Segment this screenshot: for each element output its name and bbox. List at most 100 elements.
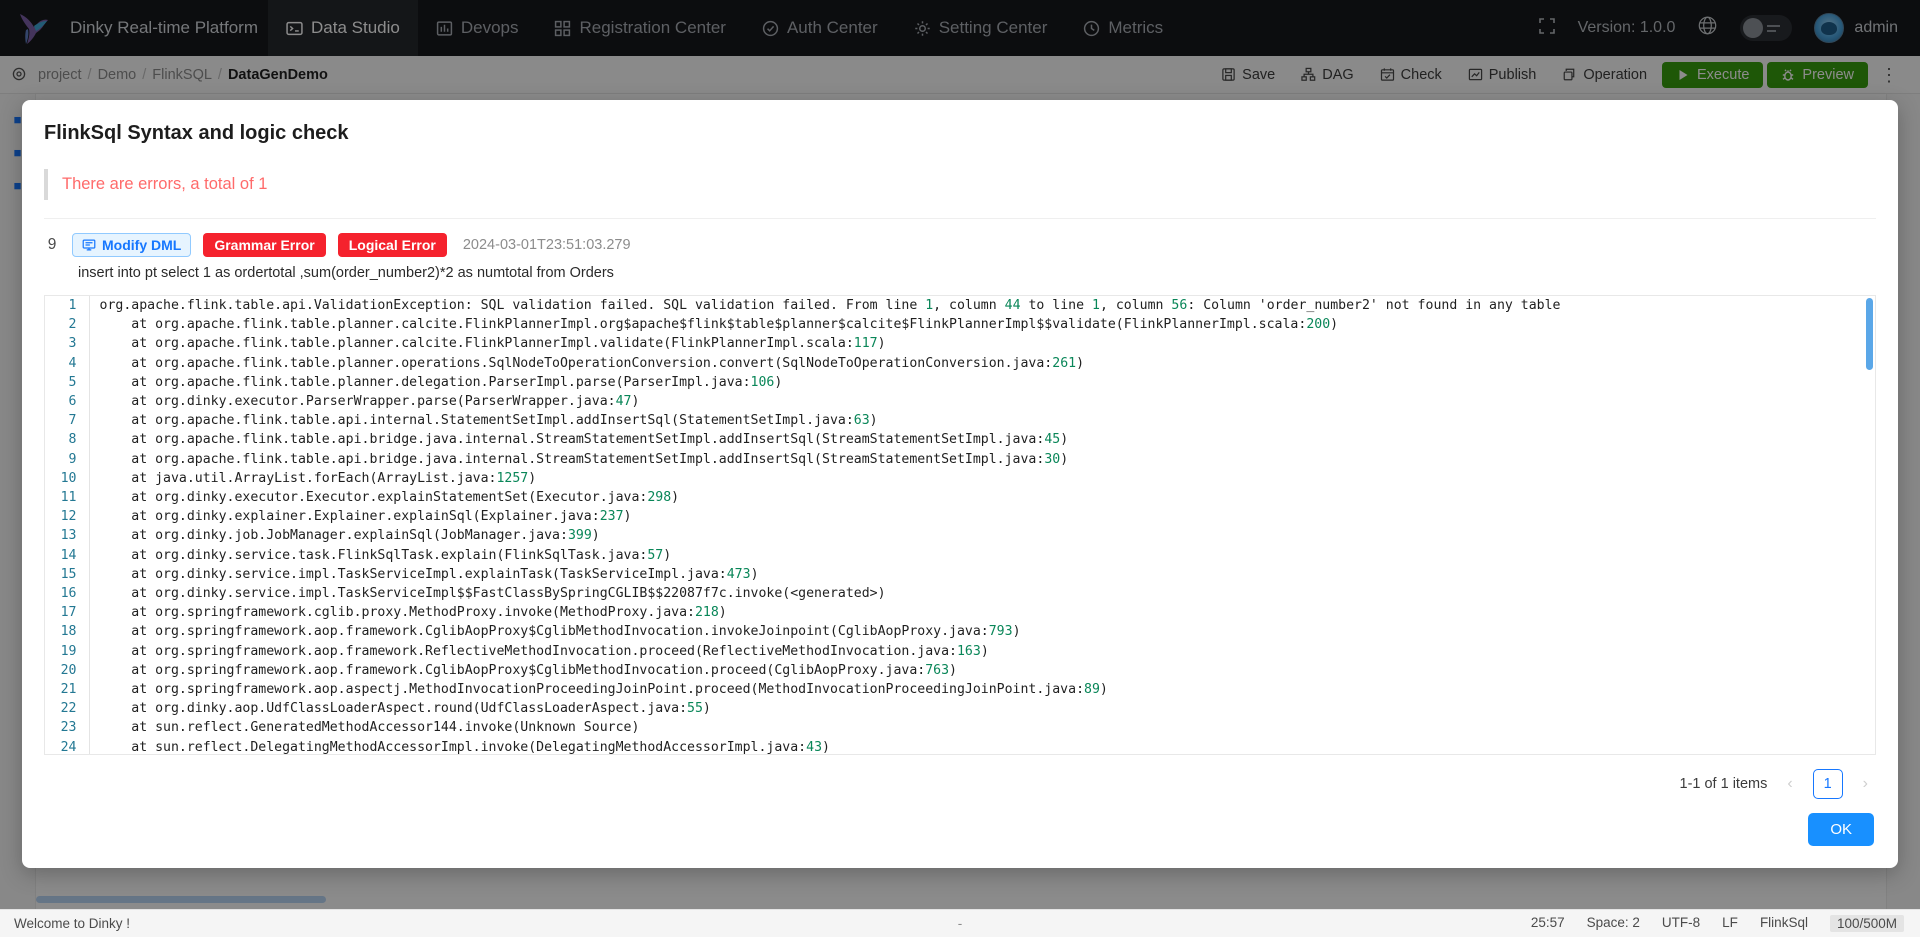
stacktrace-line-text: at org.apache.flink.table.planner.calcit… <box>88 315 1875 335</box>
modify-dml-label: Modify DML <box>102 237 182 253</box>
line-number: 2 <box>45 315 89 335</box>
stacktrace-line-text: at org.springframework.aop.aspectj.Metho… <box>88 680 1875 700</box>
status-center: - <box>957 916 963 931</box>
line-number: 24 <box>45 737 89 754</box>
line-number: 22 <box>45 699 89 719</box>
line-number: 10 <box>45 468 89 489</box>
pagination-summary: 1-1 of 1 items <box>1679 776 1768 792</box>
status-indent[interactable]: Space: 2 <box>1587 915 1640 932</box>
stacktrace-row: 2 at org.apache.flink.table.planner.calc… <box>45 315 1875 335</box>
line-number: 4 <box>45 353 89 373</box>
stacktrace-row: 21 at org.springframework.aop.aspectj.Me… <box>45 680 1875 700</box>
stacktrace-line-text: at org.dinky.explainer.Explainer.explain… <box>88 507 1875 527</box>
line-number: 5 <box>45 372 89 393</box>
stacktrace-row: 16 at org.dinky.service.impl.TaskService… <box>45 584 1875 604</box>
stacktrace-line-text: at org.springframework.aop.framework.Cgl… <box>88 622 1875 642</box>
line-number: 8 <box>45 430 89 450</box>
stacktrace-row: 6 at org.dinky.executor.ParserWrapper.pa… <box>45 392 1875 412</box>
stacktrace-line-text: at sun.reflect.GeneratedMethodAccessor14… <box>88 718 1875 738</box>
stacktrace-row: 1 org.apache.flink.table.api.ValidationEx… <box>45 296 1875 316</box>
error-alert-banner: There are errors, a total of 1 <box>44 169 1876 200</box>
stacktrace-line-text: at org.apache.flink.table.planner.delega… <box>88 372 1875 393</box>
status-bar: Welcome to Dinky ! - 25:57 Space: 2 UTF-… <box>0 909 1920 937</box>
stacktrace-line-text: at org.springframework.aop.framework.Ref… <box>88 641 1875 661</box>
app-root: Dinky Real-time Platform Data Studio Dev… <box>0 0 1920 937</box>
stacktrace-row: 4 at org.apache.flink.table.planner.oper… <box>45 353 1875 373</box>
stacktrace-line-text: at org.dinky.executor.Executor.explainSt… <box>88 488 1875 508</box>
stacktrace-row: 19 at org.springframework.aop.framework.… <box>45 641 1875 661</box>
stacktrace-vertical-scrollbar[interactable] <box>1866 298 1873 370</box>
stacktrace-line-text: at org.dinky.job.JobManager.explainSql(J… <box>88 526 1875 546</box>
stacktrace-line-text: at org.dinky.aop.UdfClassLoaderAspect.ro… <box>88 699 1875 719</box>
line-number: 15 <box>45 564 89 585</box>
modify-dml-button[interactable]: Modify DML <box>72 233 192 257</box>
stacktrace-line-text: at org.apache.flink.table.api.bridge.jav… <box>88 449 1875 469</box>
status-eol[interactable]: LF <box>1722 915 1738 932</box>
line-number: 9 <box>45 449 89 469</box>
stacktrace-line-text: at org.apache.flink.table.planner.calcit… <box>88 334 1875 354</box>
stacktrace-line-text: at org.dinky.executor.ParserWrapper.pars… <box>88 392 1875 412</box>
line-number: 1 <box>45 296 89 316</box>
stacktrace-line-text: at org.dinky.service.impl.TaskServiceImp… <box>88 584 1875 604</box>
line-number: 16 <box>45 584 89 604</box>
line-number: 19 <box>45 641 89 661</box>
status-language[interactable]: FlinkSql <box>1760 915 1808 932</box>
stacktrace-row: 11 at org.dinky.executor.Executor.explai… <box>45 488 1875 508</box>
stacktrace-row: 14 at org.dinky.service.task.FlinkSqlTas… <box>45 545 1875 565</box>
stacktrace-row: 3 at org.apache.flink.table.planner.calc… <box>45 334 1875 354</box>
stacktrace-table: 1 org.apache.flink.table.api.ValidationEx… <box>45 296 1875 754</box>
stacktrace-row: 12 at org.dinky.explainer.Explainer.expl… <box>45 507 1875 527</box>
stacktrace-row: 23 at sun.reflect.GeneratedMethodAccesso… <box>45 718 1875 738</box>
stacktrace-row: 7 at org.apache.flink.table.api.internal… <box>45 411 1875 431</box>
stacktrace-line-text: at org.springframework.aop.framework.Cgl… <box>88 660 1875 681</box>
line-number: 20 <box>45 660 89 681</box>
status-encoding[interactable]: UTF-8 <box>1662 915 1700 932</box>
stacktrace-line-text: at org.dinky.service.impl.TaskServiceImp… <box>88 564 1875 585</box>
line-number: 3 <box>45 334 89 354</box>
monitor-edit-icon <box>82 239 96 251</box>
stacktrace-line-text: at org.apache.flink.table.api.internal.S… <box>88 411 1875 431</box>
stacktrace-row: 20 at org.springframework.aop.framework.… <box>45 660 1875 681</box>
stacktrace-row: 10 at java.util.ArrayList.forEach(ArrayL… <box>45 468 1875 489</box>
pagination-prev-button[interactable]: ‹ <box>1781 775 1798 793</box>
line-number: 13 <box>45 526 89 546</box>
status-right-group: 25:57 Space: 2 UTF-8 LF FlinkSql 100/500… <box>1531 915 1920 932</box>
stacktrace-row: 8 at org.apache.flink.table.api.bridge.j… <box>45 430 1875 450</box>
error-timestamp: 2024-03-01T23:51:03.279 <box>462 237 631 253</box>
line-number: 21 <box>45 680 89 700</box>
pagination-next-button[interactable]: › <box>1857 775 1874 793</box>
stacktrace-row: 9 at org.apache.flink.table.api.bridge.j… <box>45 449 1875 469</box>
logical-error-badge: Logical Error <box>337 233 447 257</box>
stacktrace-line-text: at org.dinky.service.task.FlinkSqlTask.e… <box>88 545 1875 565</box>
modal-footer: OK <box>22 799 1898 868</box>
stacktrace-scroll-area[interactable]: 1 org.apache.flink.table.api.ValidationEx… <box>45 296 1875 754</box>
line-number: 11 <box>45 488 89 508</box>
line-number: 7 <box>45 411 89 431</box>
stacktrace-row: 13 at org.dinky.job.JobManager.explainSq… <box>45 526 1875 546</box>
stacktrace-line-text: at java.util.ArrayList.forEach(ArrayList… <box>88 468 1875 489</box>
line-number: 18 <box>45 622 89 642</box>
stacktrace-line-text: at org.apache.flink.table.planner.operat… <box>88 353 1875 373</box>
status-cursor-position[interactable]: 25:57 <box>1531 915 1565 932</box>
stacktrace-line-text: org.apache.flink.table.api.ValidationExc… <box>88 296 1875 316</box>
stacktrace-line-text: at org.apache.flink.table.api.bridge.jav… <box>88 430 1875 450</box>
stacktrace-row: 15 at org.dinky.service.impl.TaskService… <box>45 564 1875 585</box>
stacktrace-row: 22 at org.dinky.aop.UdfClassLoaderAspect… <box>45 699 1875 719</box>
stacktrace-row: 18 at org.springframework.aop.framework.… <box>45 622 1875 642</box>
status-memory[interactable]: 100/500M <box>1829 915 1904 932</box>
status-welcome: Welcome to Dinky ! <box>14 916 131 931</box>
stacktrace-row: 5 at org.apache.flink.table.planner.dele… <box>45 372 1875 393</box>
line-number: 23 <box>45 718 89 738</box>
stacktrace-line-text: at sun.reflect.DelegatingMethodAccessorI… <box>88 737 1875 754</box>
line-number: 17 <box>45 603 89 623</box>
line-number: 14 <box>45 545 89 565</box>
pagination-page-1[interactable]: 1 <box>1812 769 1843 799</box>
modal-title: FlinkSql Syntax and logic check <box>44 122 349 144</box>
line-number: 12 <box>45 507 89 527</box>
line-number: 6 <box>45 392 89 412</box>
ok-button[interactable]: OK <box>1808 813 1874 846</box>
grammar-error-badge: Grammar Error <box>203 233 326 257</box>
stacktrace-code-block[interactable]: 1 org.apache.flink.table.api.ValidationEx… <box>44 295 1876 755</box>
syntax-check-modal: FlinkSql Syntax and logic check There ar… <box>22 100 1898 868</box>
pagination: 1-1 of 1 items ‹ 1 › <box>22 755 1898 799</box>
